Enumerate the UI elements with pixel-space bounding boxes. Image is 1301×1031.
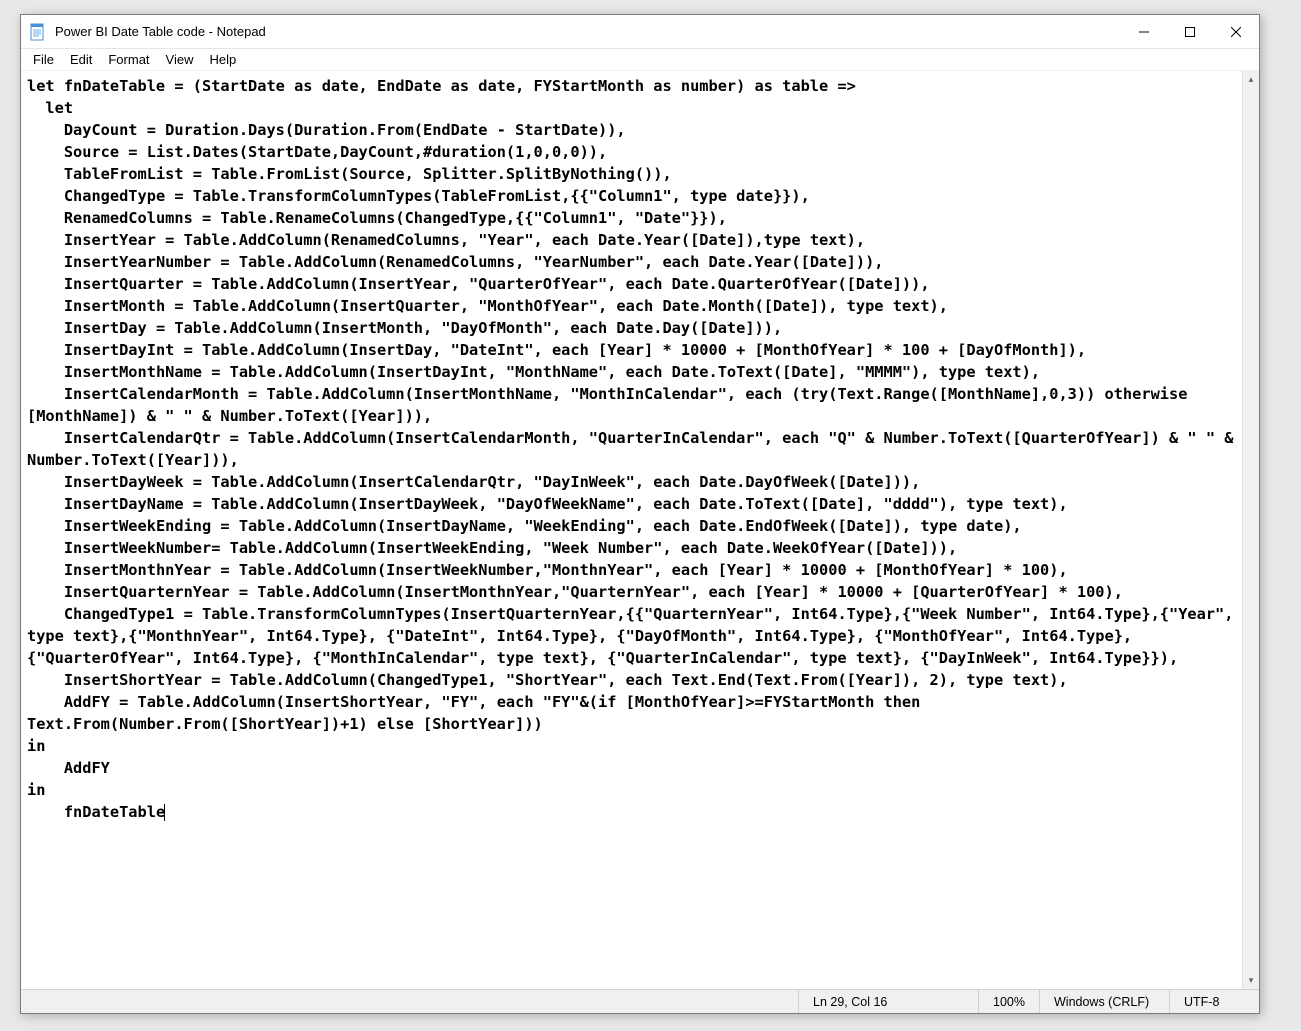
menu-view[interactable]: View	[158, 50, 202, 69]
status-position: Ln 29, Col 16	[798, 990, 978, 1013]
text-area[interactable]: let fnDateTable = (StartDate as date, En…	[21, 71, 1259, 827]
status-line-ending: Windows (CRLF)	[1039, 990, 1169, 1013]
close-button[interactable]	[1213, 15, 1259, 48]
notepad-icon	[29, 23, 47, 41]
menubar: File Edit Format View Help	[21, 49, 1259, 71]
menu-help[interactable]: Help	[201, 50, 244, 69]
text-area-container: let fnDateTable = (StartDate as date, En…	[21, 71, 1259, 989]
window-controls	[1121, 15, 1259, 48]
status-encoding: UTF-8	[1169, 990, 1259, 1013]
vertical-scrollbar[interactable]: ▴ ▾	[1242, 71, 1259, 989]
status-zoom: 100%	[978, 990, 1039, 1013]
scroll-up-icon[interactable]: ▴	[1243, 71, 1259, 88]
titlebar[interactable]: Power BI Date Table code - Notepad	[21, 15, 1259, 49]
window-title: Power BI Date Table code - Notepad	[55, 24, 1121, 39]
statusbar: Ln 29, Col 16 100% Windows (CRLF) UTF-8	[21, 989, 1259, 1013]
minimize-button[interactable]	[1121, 15, 1167, 48]
notepad-window: Power BI Date Table code - Notepad File …	[20, 14, 1260, 1014]
scroll-down-icon[interactable]: ▾	[1243, 972, 1259, 989]
menu-file[interactable]: File	[25, 50, 62, 69]
maximize-button[interactable]	[1167, 15, 1213, 48]
left-gutter	[0, 40, 20, 1031]
menu-format[interactable]: Format	[100, 50, 157, 69]
menu-edit[interactable]: Edit	[62, 50, 100, 69]
